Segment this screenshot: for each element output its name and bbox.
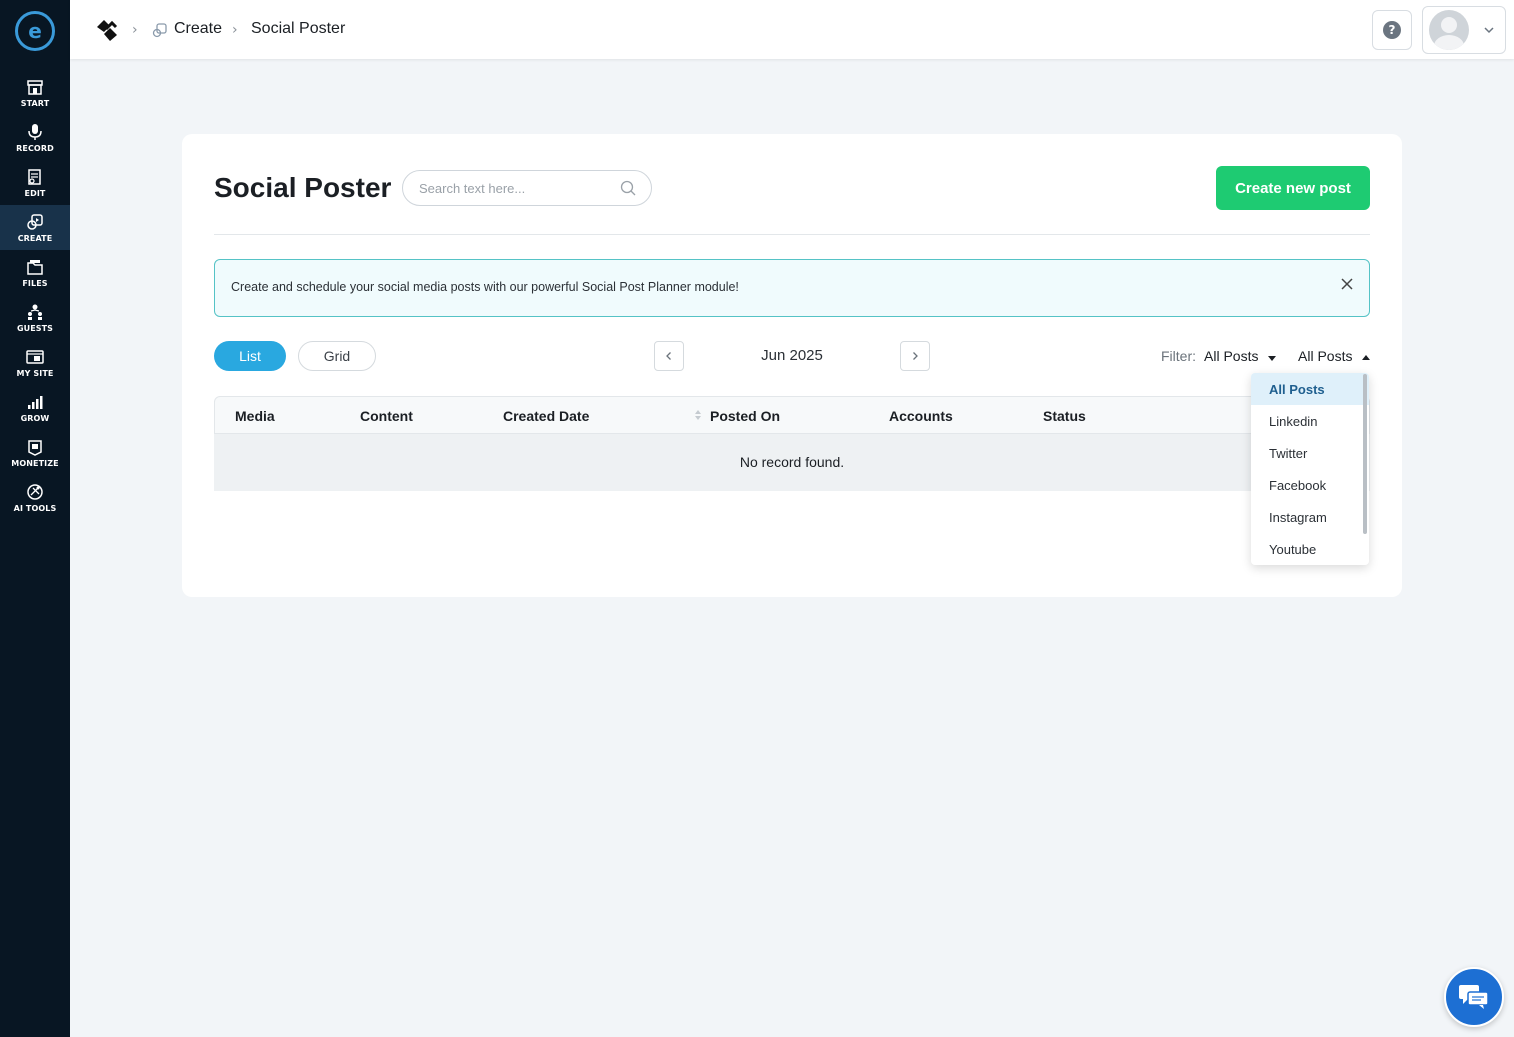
chevron-right-icon: › [132,22,138,38]
column-header-media[interactable]: Media [235,408,275,424]
column-header-accounts[interactable]: Accounts [889,408,953,424]
filter-select[interactable]: All Posts [1204,348,1258,364]
breadcrumb-create[interactable]: Create [174,20,222,38]
microphone-icon [28,123,42,140]
divider [214,234,1370,235]
banner-text: Create and schedule your social media po… [231,280,739,294]
social-poster-card: Social Poster Create new post Create and… [182,134,1402,597]
sidebar-item-files[interactable]: FILES [0,250,70,295]
dropdown-option-all-posts[interactable]: All Posts [1251,373,1369,405]
chevron-left-icon [666,352,671,360]
dropdown-option-instagram[interactable]: Instagram [1251,501,1369,533]
column-header-created-date[interactable]: Created Date [503,408,589,424]
sidebar-nav: START RECORD EDIT CREATE FILES GUESTS MY… [0,70,70,520]
sidebar-item-label: FILES [22,278,48,288]
sidebar-item-edit[interactable]: EDIT [0,160,70,205]
help-button[interactable]: ? [1372,10,1412,50]
column-header-status[interactable]: Status [1043,408,1086,424]
sidebar-item-ai-tools[interactable]: AI TOOLS [0,475,70,520]
sidebar-item-label: MY SITE [16,368,54,378]
month-label: Jun 2025 [761,347,823,364]
chevron-right-icon [913,352,918,360]
sidebar-item-start[interactable]: START [0,70,70,115]
brand-mark-icon[interactable] [94,17,120,43]
dropdown-option-linkedin[interactable]: Linkedin [1251,405,1369,437]
sidebar-item-record[interactable]: RECORD [0,115,70,160]
platform-select[interactable]: All Posts [1298,348,1352,364]
filter-label: Filter: [1161,348,1196,364]
platform-dropdown: All Posts Linkedin Twitter Facebook Inst… [1251,373,1369,565]
dropdown-option-youtube[interactable]: Youtube [1251,533,1369,565]
sidebar-item-guests[interactable]: GUESTS [0,295,70,340]
dropdown-option-twitter[interactable]: Twitter [1251,437,1369,469]
caret-up-icon [1362,355,1370,360]
top-bar: › Create › Social Poster ? [70,0,1514,59]
guests-icon [28,304,42,320]
caret-down-icon [1268,356,1276,361]
create-new-post-button[interactable]: Create new post [1216,166,1370,210]
logo-letter: e [28,19,42,43]
sidebar-item-label: MONETIZE [11,458,59,468]
sidebar-item-label: START [20,98,50,108]
sidebar-item-label: GROW [20,413,50,423]
profile-menu-button[interactable] [1422,6,1506,54]
create-icon [27,213,43,230]
empty-message: No record found. [739,454,845,470]
site-icon [26,349,44,364]
dropdown-option-facebook[interactable]: Facebook [1251,469,1369,501]
sidebar-item-create[interactable]: CREATE [0,205,70,250]
sidebar-item-my-site[interactable]: MY SITE [0,340,70,385]
previous-month-button[interactable] [654,341,684,371]
table-body: No record found. [214,434,1370,491]
sidebar-item-grow[interactable]: GROW [0,385,70,430]
store-icon [27,79,43,95]
sort-icon[interactable] [694,408,702,422]
chart-icon [28,395,43,409]
edit-icon [28,168,41,185]
sidebar-item-monetize[interactable]: MONETIZE [0,430,70,475]
avatar [1429,10,1469,50]
sidebar-item-label: EDIT [24,188,46,198]
close-icon[interactable] [1339,276,1355,292]
search-icon[interactable] [620,180,636,196]
dropdown-scrollbar[interactable] [1363,374,1367,534]
chevron-down-icon [1484,27,1494,34]
table-header: Media Content Created Date Posted On Acc… [214,396,1370,434]
chevron-right-icon: › [232,22,238,38]
next-month-button[interactable] [900,341,930,371]
column-header-content[interactable]: Content [360,408,413,424]
create-icon [152,23,167,38]
chat-button[interactable] [1444,967,1504,1027]
monetize-icon [28,439,42,456]
files-icon [27,259,43,275]
sidebar-item-label: AI TOOLS [13,503,57,513]
help-icon: ? [1383,21,1401,39]
ai-tools-icon [27,483,43,500]
search-input[interactable] [402,170,652,206]
sidebar-item-label: RECORD [16,143,54,153]
sidebar-item-label: GUESTS [16,323,54,333]
view-list-button[interactable]: List [214,341,286,371]
sidebar-item-label: CREATE [17,233,53,243]
view-grid-button[interactable]: Grid [298,341,376,371]
sidebar: e START RECORD EDIT CREATE FILES GUESTS [0,0,70,1037]
breadcrumb-current: Social Poster [251,20,346,37]
page-title: Social Poster [214,172,392,203]
chat-bubbles-icon [1459,985,1489,1009]
column-header-posted-on[interactable]: Posted On [710,408,780,424]
info-banner: Create and schedule your social media po… [214,259,1370,317]
app-logo[interactable]: e [15,11,55,51]
